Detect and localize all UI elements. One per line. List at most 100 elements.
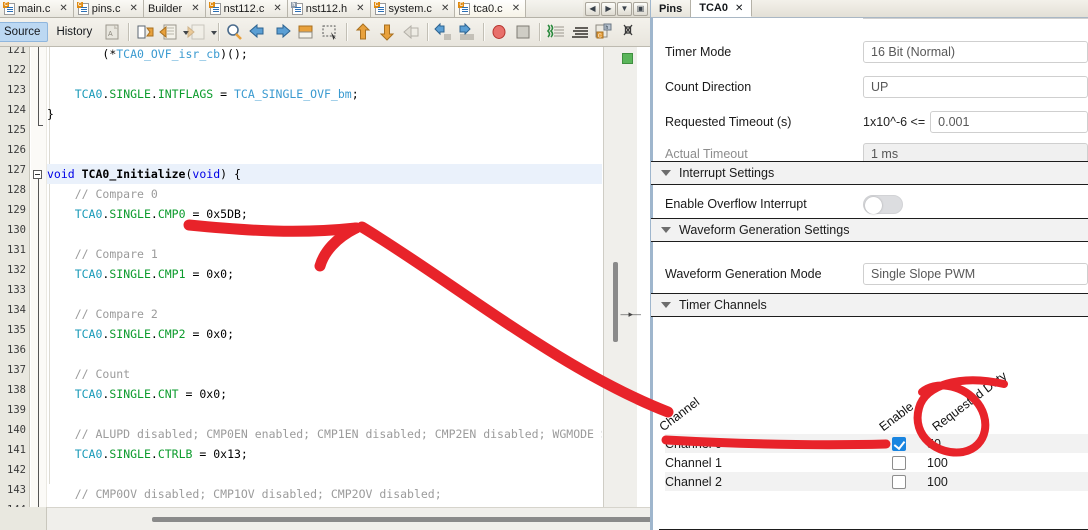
editor-tab-system-c[interactable]: C system.c ✕	[370, 0, 456, 17]
code-line[interactable]: // Compare 2	[47, 304, 602, 324]
chevron-down-icon[interactable]	[181, 22, 190, 42]
code-line[interactable]: // ALUPD disabled; CMP0EN enabled; CMP1E…	[47, 424, 602, 444]
code-line[interactable]: TCA0.SINGLE.CMP0 = 0x5DB;	[47, 204, 602, 224]
toggle-bookmark-icon[interactable]	[134, 22, 156, 42]
forward-icon[interactable]	[400, 22, 422, 42]
editor-tab-nst112-h[interactable]: h nst112.h ✕	[287, 0, 371, 17]
enable-checkbox[interactable]	[892, 474, 906, 489]
code-line[interactable]: TCA0.SINGLE.CMP1 = 0x0;	[47, 264, 602, 284]
requested-timeout-input[interactable]: 0.001	[930, 111, 1088, 133]
close-icon[interactable]: ✕	[356, 3, 364, 14]
code-folding-column[interactable]	[31, 47, 47, 507]
code-line[interactable]: TCA0.SINGLE.INTFLAGS = TCA_SINGLE_OVF_bm…	[47, 84, 602, 104]
start-macro-recording-icon[interactable]	[488, 22, 510, 42]
chevron-down-icon[interactable]	[209, 22, 218, 42]
code-line[interactable]	[47, 404, 602, 424]
close-icon[interactable]: ✕	[512, 3, 520, 14]
enable-checkbox[interactable]	[892, 436, 906, 451]
chevron-down-icon[interactable]	[661, 302, 671, 308]
code-line[interactable]	[47, 144, 602, 164]
code-line[interactable]: (*TCA0_OVF_isr_cb)();	[47, 47, 602, 64]
find-selection-icon[interactable]	[223, 22, 245, 42]
vertical-scrollbar[interactable]: —▸—	[603, 47, 641, 507]
code-line[interactable]: TCA0.SINGLE.CTRLB = 0x13;	[47, 444, 602, 464]
code-line[interactable]: // Compare 0	[47, 184, 602, 204]
last-edit-icon[interactable]	[352, 22, 374, 42]
close-icon[interactable]: ✕	[191, 3, 199, 14]
code-line[interactable]: // Compare 1	[47, 244, 602, 264]
next-tab-button[interactable]: ▶	[601, 1, 616, 16]
code-line[interactable]	[47, 64, 602, 84]
tab-list-dropdown-icon[interactable]: ▼	[617, 1, 632, 16]
inspect-members-icon[interactable]	[545, 22, 567, 42]
next-occurrence-icon[interactable]	[271, 22, 293, 42]
column-header-channel[interactable]: Channel	[657, 395, 703, 434]
next-bookmark-icon[interactable]	[186, 22, 208, 42]
close-icon[interactable]: ✕	[273, 3, 281, 14]
waveform-generation-mode-select[interactable]: Single Slope PWM	[863, 263, 1088, 285]
timer-mode-select[interactable]: 16 Bit (Normal)	[863, 41, 1088, 63]
editor-tab-tca0-c[interactable]: C tca0.c ✕	[455, 0, 527, 17]
code-line[interactable]: // Count	[47, 364, 602, 384]
code-line[interactable]	[47, 464, 602, 484]
code-line[interactable]: // CMP0OV disabled; CMP1OV disabled; CMP…	[47, 484, 602, 504]
toggle-highlight-icon[interactable]	[295, 22, 317, 42]
code-text-area[interactable]: (*TCA0_OVF_isr_cb)(); TCA0.SINGLE.INTFLA…	[47, 47, 602, 507]
code-line[interactable]	[47, 284, 602, 304]
scrollbar-thumb[interactable]	[152, 517, 650, 522]
close-icon[interactable]: ✕	[735, 3, 743, 14]
requested-duty-value[interactable]: 100	[919, 456, 979, 470]
toggle-breakpoint-icon[interactable]	[617, 20, 639, 40]
back-icon[interactable]	[376, 22, 398, 42]
chevron-down-icon[interactable]	[661, 170, 671, 176]
close-icon[interactable]: ✕	[441, 3, 449, 14]
count-direction-select[interactable]: UP	[863, 76, 1088, 98]
editor-tab-main-c[interactable]: C main.c ✕	[0, 0, 74, 17]
horizontal-scrollbar[interactable]	[47, 507, 650, 530]
rectangular-selection-icon[interactable]	[319, 22, 341, 42]
code-line[interactable]: TCA0.SINGLE.CNT = 0x0;	[47, 384, 602, 404]
previous-tab-button[interactable]: ◀	[585, 1, 600, 16]
code-line[interactable]: TCA0.SINGLE.CMP2 = 0x0;	[47, 324, 602, 344]
shift-right-icon[interactable]	[456, 22, 478, 42]
close-icon[interactable]: ✕	[59, 3, 67, 14]
code-line[interactable]: }	[47, 104, 602, 124]
channel-enable-cell[interactable]	[879, 474, 919, 489]
channel-enable-cell[interactable]	[879, 436, 919, 451]
collapse-panel-handle[interactable]: —▸—	[620, 309, 641, 320]
inspect-hierarchy-icon[interactable]	[569, 22, 591, 42]
enable-checkbox[interactable]	[892, 455, 906, 470]
previous-bookmark-icon[interactable]	[158, 22, 180, 42]
section-waveform-generation-settings[interactable]: Waveform Generation Settings	[651, 218, 1088, 242]
editor-tab-builder[interactable]: Builder ✕	[143, 0, 206, 17]
code-line[interactable]	[47, 344, 602, 364]
enable-overflow-interrupt-toggle[interactable]	[863, 194, 903, 214]
tab-source[interactable]: Source	[0, 22, 49, 42]
tab-history[interactable]: History	[48, 23, 100, 41]
section-timer-channels[interactable]: Timer Channels	[651, 293, 1088, 317]
next-error-icon[interactable]: hC	[593, 22, 615, 42]
code-line[interactable]	[47, 124, 602, 144]
code-editor[interactable]: 121 122 123 124 125 126 127 128 129 130 131 132 133 1…	[0, 47, 650, 530]
table-row[interactable]: Channel 1 100	[665, 453, 1088, 472]
pdf-export-icon[interactable]: A	[101, 22, 123, 42]
editor-tab-nst112-c[interactable]: C nst112.c ✕	[205, 0, 288, 17]
section-interrupt-settings[interactable]: Interrupt Settings	[651, 161, 1088, 185]
stop-macro-recording-icon[interactable]	[512, 22, 534, 42]
table-row[interactable]: Channel 2 100	[665, 472, 1088, 491]
tab-pins[interactable]: Pins	[651, 0, 692, 17]
maximize-window-icon[interactable]: ▣	[633, 1, 648, 16]
code-line[interactable]	[47, 224, 602, 244]
channel-enable-cell[interactable]	[879, 455, 919, 470]
tab-tca0[interactable]: TCA0 ✕	[691, 0, 753, 17]
column-header-requested-duty[interactable]: Requested Duty	[930, 369, 1010, 434]
requested-duty-value[interactable]: 50	[919, 437, 979, 451]
chevron-down-icon[interactable]	[661, 227, 671, 233]
shift-left-icon[interactable]	[432, 22, 454, 42]
column-header-enable[interactable]: Enable	[877, 399, 917, 434]
requested-duty-value[interactable]: 100	[919, 475, 979, 489]
previous-occurrence-icon[interactable]	[247, 22, 269, 42]
editor-tab-pins-c[interactable]: C pins.c ✕	[73, 0, 144, 17]
collapse-fold-icon[interactable]	[33, 170, 42, 179]
table-row[interactable]: Channel 0 50	[665, 434, 1088, 453]
